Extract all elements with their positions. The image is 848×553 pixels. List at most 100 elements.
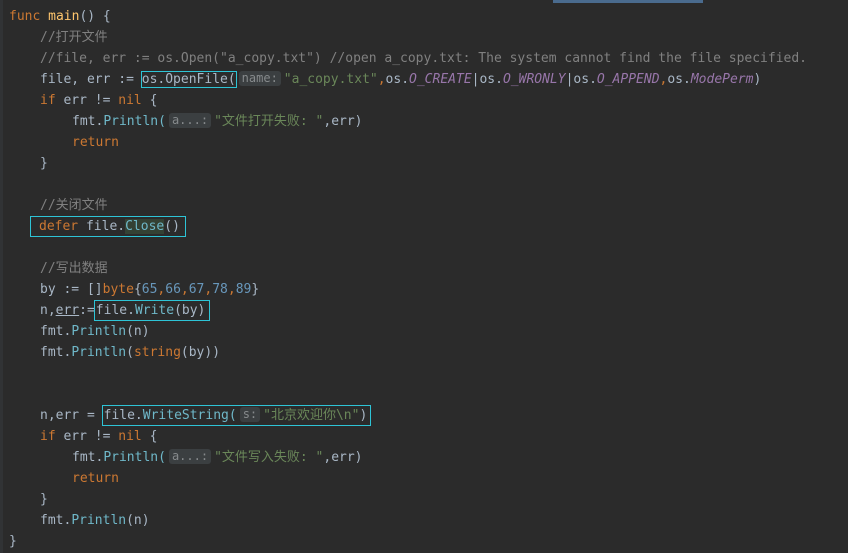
code-text: { <box>141 93 158 108</box>
code-text: := <box>79 303 95 318</box>
keyword-defer: defer <box>39 219 79 234</box>
comment: //打开文件 <box>40 30 108 45</box>
code-text: fmt. <box>40 345 72 360</box>
code-line-func-main[interactable]: func main() { <box>9 6 111 27</box>
code-text: err != <box>55 93 119 108</box>
keyword-return: return <box>72 471 119 486</box>
code-text: (n) <box>126 324 150 339</box>
function-name: main <box>48 9 80 24</box>
code-line-println[interactable]: fmt.Println(n) <box>40 510 150 531</box>
code-text: () { <box>79 9 111 24</box>
comment: //file, err := os.Open("a_copy.txt") //o… <box>40 51 808 66</box>
code-text: os. <box>573 72 597 87</box>
number-literal: 89 <box>235 282 252 297</box>
code-editor[interactable]: func main() { //打开文件 //file, err := os.O… <box>0 0 848 553</box>
function-call: Println <box>71 345 127 360</box>
function-call: Println( <box>103 450 166 465</box>
code-text: os. <box>385 72 410 87</box>
code-line-brace[interactable]: } <box>40 489 48 510</box>
code-text: () <box>164 219 180 234</box>
code-text: fmt. <box>40 324 72 339</box>
code-text: n, <box>40 303 56 318</box>
code-text: (by) <box>174 303 206 318</box>
function-call: Println( <box>103 114 166 129</box>
highlight-box-defer: defer file.Close() <box>30 216 186 237</box>
code-line-return[interactable]: return <box>72 132 119 153</box>
code-text: file. <box>78 219 126 234</box>
string-literal: "文件打开失败: " <box>214 114 324 129</box>
code-text: } <box>40 156 48 171</box>
code-line-println[interactable]: fmt.Println(a...: "文件写入失败: ",err) <box>72 447 363 468</box>
code-text: , <box>180 282 189 297</box>
highlight-box-write: file.Write(by) <box>93 300 211 321</box>
constant: O_CREATE <box>409 72 472 87</box>
function-call: WriteString( <box>142 408 237 423</box>
code-text: } <box>40 492 48 507</box>
function-call: Println <box>71 324 127 339</box>
string-literal: "a_copy.txt" <box>283 72 378 87</box>
code-text: n,err = <box>40 408 103 423</box>
highlight-box-writestring: file.WriteString(s: "北京欢迎你\n") <box>101 405 372 426</box>
string-literal: "文件写入失败: " <box>214 450 324 465</box>
code-text: file. <box>95 303 135 318</box>
code-line-brace[interactable]: } <box>9 531 17 552</box>
code-text: (n) <box>126 513 150 528</box>
code-text: file, err := <box>40 72 142 87</box>
constant: ModePerm <box>690 72 754 87</box>
code-text: ,err) <box>323 450 363 465</box>
code-line-comment[interactable]: //file, err := os.Open("a_copy.txt") //o… <box>40 48 807 69</box>
keyword-return: return <box>72 135 119 150</box>
code-line-comment[interactable]: //写出数据 <box>40 258 108 279</box>
code-line-comment[interactable]: //关闭文件 <box>40 195 108 216</box>
code-line-openfile[interactable]: file, err := os.OpenFile(name: "a_copy.tx… <box>40 69 761 90</box>
code-text: (by)) <box>180 345 221 360</box>
code-text: os. <box>479 72 503 87</box>
number-literal: 65 <box>141 282 158 297</box>
code-text: } <box>9 534 17 549</box>
code-line-if[interactable]: if err != nil { <box>40 90 157 111</box>
param-hint: name: <box>238 71 281 86</box>
code-text: fmt. <box>72 450 104 465</box>
code-text: , <box>227 282 236 297</box>
type-name: string <box>133 345 181 360</box>
code-text: { <box>133 282 142 297</box>
code-text: ) <box>753 72 762 87</box>
code-line-if[interactable]: if err != nil { <box>40 426 157 447</box>
code-text: file. <box>103 408 143 423</box>
code-line-brace[interactable]: } <box>40 153 48 174</box>
code-line-writestring[interactable]: n,err = file.WriteString(s: "北京欢迎你\n") <box>40 405 372 426</box>
keyword-if: if <box>40 93 56 108</box>
keyword-func: func <box>9 9 41 24</box>
string-literal: "北京欢迎你\n" <box>263 408 360 423</box>
code-text: os. <box>667 72 691 87</box>
function-call: Write <box>134 303 175 318</box>
param-hint: s: <box>239 407 261 422</box>
code-line-byte-slice[interactable]: by := []byte{65,66,67,78,89} <box>40 279 259 300</box>
code-line-write[interactable]: n,err:=file.Write(by) <box>40 300 211 321</box>
code-line-println[interactable]: fmt.Println(a...: "文件打开失败: ",err) <box>72 111 363 132</box>
keyword-nil: nil <box>118 429 142 444</box>
keyword-nil: nil <box>118 93 142 108</box>
constant: O_WRONLY <box>502 72 566 87</box>
param-hint: a...: <box>168 113 212 128</box>
code-line-defer[interactable]: defer file.Close() <box>30 216 186 237</box>
param-hint: a...: <box>168 449 212 464</box>
code-text: err <box>55 303 80 318</box>
constant: O_APPEND <box>596 72 660 87</box>
code-line-return[interactable]: return <box>72 468 119 489</box>
number-literal: 78 <box>212 282 228 297</box>
highlight-box-openfile: os.OpenFile( <box>140 71 237 88</box>
code-line-println[interactable]: fmt.Println(string(by)) <box>40 342 220 363</box>
code-line-println[interactable]: fmt.Println(n) <box>40 321 150 342</box>
code-text: ) <box>359 408 368 423</box>
function-call: Close <box>125 219 165 234</box>
code-text: by := [] <box>40 282 103 297</box>
code-text: } <box>251 282 260 297</box>
keyword-if: if <box>40 429 56 444</box>
code-text: err != <box>55 429 119 444</box>
code-text: , <box>377 72 386 87</box>
number-literal: 67 <box>188 282 205 297</box>
code-line-comment[interactable]: //打开文件 <box>40 27 108 48</box>
code-text: { <box>141 429 158 444</box>
number-literal: 66 <box>165 282 181 297</box>
